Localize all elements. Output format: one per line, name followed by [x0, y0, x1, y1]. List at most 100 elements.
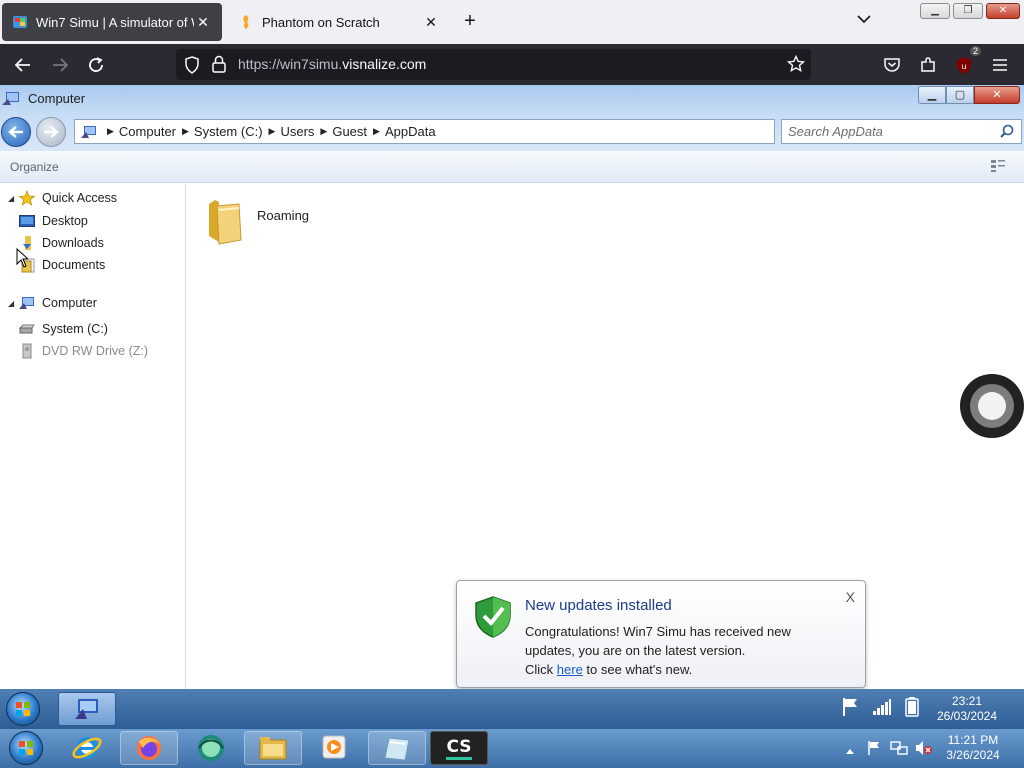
- browser-tab-strip: Win7 Simu | A simulator of Win ✕ Phantom…: [0, 0, 1024, 44]
- loading-spinner-icon: [960, 374, 1024, 438]
- forward-arrow-icon[interactable]: [47, 52, 73, 78]
- taskbar-clock[interactable]: 23:21 26/03/2024: [928, 694, 1006, 724]
- media-center-icon[interactable]: [182, 731, 240, 765]
- internet-explorer-icon[interactable]: [58, 731, 116, 765]
- extension-badge: 2: [969, 46, 981, 56]
- tracking-shield-icon[interactable]: [184, 56, 200, 77]
- folder-icon: [205, 196, 245, 249]
- snipping-tool-icon[interactable]: [368, 731, 426, 765]
- cs-app-label: CS: [446, 737, 472, 760]
- url-text: https://win7simu.visnalize.com: [238, 56, 427, 72]
- tab-win7simu[interactable]: Win7 Simu | A simulator of Win ✕: [2, 3, 222, 41]
- menu-hamburger-icon[interactable]: [987, 52, 1013, 78]
- breadcrumb-item-system-c[interactable]: ▶ System (C:): [182, 124, 263, 139]
- tab-title: Win7 Simu | A simulator of Win: [36, 14, 194, 30]
- organize-button[interactable]: Organize: [10, 160, 59, 174]
- back-arrow-icon[interactable]: [10, 52, 36, 78]
- explorer-search-input[interactable]: Search AppData: [781, 119, 1022, 144]
- reload-icon[interactable]: [83, 52, 109, 78]
- scratch-favicon-icon: [238, 14, 254, 30]
- notification-close-button[interactable]: X: [846, 589, 855, 605]
- folder-label: Roaming: [257, 208, 310, 223]
- expand-triangle-icon[interactable]: ◢: [8, 299, 18, 308]
- computer-icon: [18, 295, 36, 311]
- pocket-icon[interactable]: [879, 52, 905, 78]
- network-icon[interactable]: [890, 740, 908, 759]
- start-orb-button[interactable]: [6, 692, 40, 726]
- tab-title: Phantom on Scratch: [262, 14, 380, 30]
- search-icon[interactable]: [1000, 124, 1014, 141]
- explorer-close-button[interactable]: ✕: [974, 86, 1020, 104]
- firefox-icon[interactable]: [120, 731, 178, 765]
- view-options-icon[interactable]: [990, 159, 1006, 176]
- action-center-flag-icon[interactable]: [866, 740, 882, 759]
- dvd-drive-icon: [18, 343, 36, 359]
- windows-explorer-folder-icon[interactable]: [244, 731, 302, 765]
- win7simu-favicon-icon: [12, 14, 28, 30]
- breadcrumb-item-guest[interactable]: ▶ Guest: [320, 124, 367, 139]
- expand-triangle-icon[interactable]: ◢: [8, 194, 18, 203]
- star-icon: [18, 190, 36, 206]
- explorer-command-bar: Organize: [0, 151, 1024, 183]
- explorer-window-title: Computer: [28, 91, 86, 106]
- nav-item-system-c[interactable]: System (C:): [18, 321, 108, 337]
- taskbar-explorer-button[interactable]: [58, 692, 116, 726]
- lock-icon[interactable]: [211, 55, 227, 76]
- nav-item-dvd-drive[interactable]: DVD RW Drive (Z:): [18, 343, 148, 359]
- host-clock[interactable]: 11:21 PM 3/26/2024: [936, 733, 1010, 763]
- hard-drive-icon: [18, 321, 36, 337]
- host-start-orb-button[interactable]: [9, 731, 43, 765]
- explorer-forward-button[interactable]: [36, 117, 66, 147]
- explorer-back-button[interactable]: [1, 117, 31, 147]
- bookmark-star-icon[interactable]: [786, 54, 806, 76]
- host-taskbar: CS 11:21 PM 3/26/2024: [0, 729, 1024, 768]
- address-bar[interactable]: https://win7simu.visnalize.com: [176, 49, 811, 80]
- computer-icon: [2, 91, 20, 110]
- folder-item-roaming[interactable]: Roaming: [205, 196, 309, 249]
- nav-item-computer[interactable]: ◢ Computer: [8, 295, 97, 311]
- battery-icon[interactable]: [905, 697, 919, 720]
- close-button[interactable]: ✕: [986, 3, 1020, 19]
- host-window-controls: ▁ ❐ ✕: [920, 3, 1020, 19]
- update-notification: X New updates installed Congratulations!…: [456, 580, 866, 688]
- explorer-breadcrumb[interactable]: ▶ Computer ▶ System (C:) ▶ Users ▶ Guest ▶ Ap…: [74, 119, 775, 144]
- breadcrumb-computer-icon: [81, 125, 97, 139]
- breadcrumb-item-appdata[interactable]: ▶ AppData: [373, 124, 436, 139]
- action-center-flag-icon[interactable]: [840, 696, 862, 721]
- media-player-icon[interactable]: [306, 731, 364, 765]
- explorer-window-controls: ▁ ▢ ✕: [918, 86, 1020, 104]
- simulated-taskbar: 23:21 26/03/2024: [0, 689, 1024, 729]
- notification-title: New updates installed: [525, 597, 672, 614]
- new-tab-button[interactable]: +: [458, 10, 482, 34]
- desktop-icon: [18, 213, 36, 229]
- security-shield-check-icon: [473, 595, 513, 642]
- explorer-address-row: ▶ Computer ▶ System (C:) ▶ Users ▶ Guest ▶ Ap…: [0, 113, 1024, 151]
- mouse-cursor-icon: [16, 247, 30, 271]
- nav-item-downloads[interactable]: Downloads: [18, 235, 104, 251]
- search-placeholder: Search AppData: [788, 124, 883, 139]
- breadcrumb-item-computer[interactable]: ▶ Computer: [107, 124, 176, 139]
- breadcrumb-item-users[interactable]: ▶ Users: [269, 124, 315, 139]
- explorer-title-bar: Computer ▁ ▢ ✕: [0, 85, 1024, 113]
- extensions-puzzle-icon[interactable]: [915, 52, 941, 78]
- show-hidden-icons-chevron-icon[interactable]: [845, 743, 855, 758]
- browser-toolbar: https://win7simu.visnalize.com u 2: [0, 44, 1024, 85]
- svg-text:u: u: [961, 62, 966, 71]
- tab-phantom-scratch[interactable]: Phantom on Scratch ✕: [228, 3, 450, 41]
- tab-close-icon[interactable]: ✕: [422, 14, 440, 31]
- tab-close-icon[interactable]: ✕: [194, 14, 212, 31]
- list-all-tabs-chevron-icon[interactable]: [852, 12, 876, 32]
- explorer-maximize-button[interactable]: ▢: [946, 86, 974, 104]
- nav-item-quick-access[interactable]: ◢ Quick Access: [8, 190, 117, 206]
- network-signal-icon[interactable]: [872, 699, 892, 718]
- explorer-minimize-button[interactable]: ▁: [918, 86, 946, 104]
- cs-app-button[interactable]: CS: [430, 731, 488, 765]
- ublock-extension-icon[interactable]: u 2: [951, 46, 981, 78]
- nav-item-desktop[interactable]: Desktop: [18, 213, 88, 229]
- volume-muted-icon[interactable]: [915, 740, 933, 759]
- whats-new-link[interactable]: here: [557, 662, 583, 677]
- notification-body: Congratulations! Win7 Simu has received …: [525, 624, 791, 677]
- minimize-button[interactable]: ▁: [920, 3, 950, 19]
- restore-button[interactable]: ❐: [953, 3, 983, 19]
- nav-item-documents[interactable]: Documents: [18, 257, 105, 273]
